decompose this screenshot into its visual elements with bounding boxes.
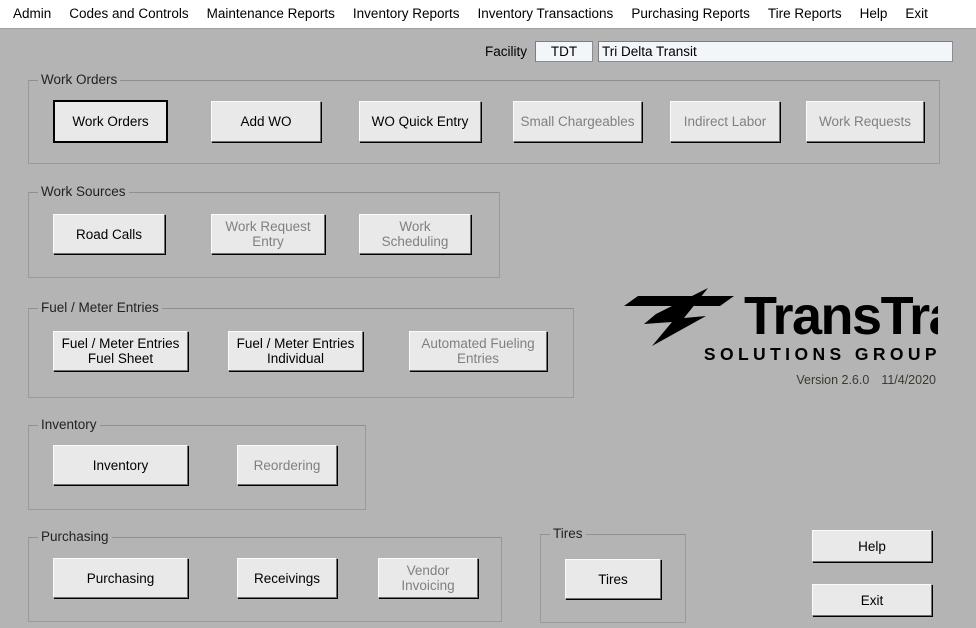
svg-text:TransTrack: TransTrack xyxy=(744,286,938,346)
inventory-group-title: Inventory xyxy=(38,418,100,432)
work-orders-group-title: Work Orders xyxy=(38,73,121,87)
menu-tire-reports[interactable]: Tire Reports xyxy=(759,3,851,25)
menu-exit[interactable]: Exit xyxy=(896,3,937,25)
fuel-meter-entries-fuel-sheet-button[interactable]: Fuel / Meter Entries Fuel Sheet xyxy=(53,331,188,371)
menu-help[interactable]: Help xyxy=(851,3,897,25)
menu-bar: Admin Codes and Controls Maintenance Rep… xyxy=(0,0,976,29)
facility-code-input[interactable] xyxy=(535,41,594,62)
purchasing-group-title: Purchasing xyxy=(38,530,112,544)
small-chargeables-button[interactable]: Small Chargeables xyxy=(513,101,642,142)
work-scheduling-button[interactable]: Work Scheduling xyxy=(359,214,471,254)
indirect-labor-button[interactable]: Indirect Labor xyxy=(670,101,780,142)
menu-purchasing-reports[interactable]: Purchasing Reports xyxy=(622,3,759,25)
work-requests-button[interactable]: Work Requests xyxy=(806,101,924,142)
work-sources-group: Work Sources Road Calls Work Request Ent… xyxy=(28,185,500,278)
branding-block: TransTrack SOLUTIONS GROUP Version 2.6.0… xyxy=(622,284,942,387)
facility-label: Facility xyxy=(485,44,528,59)
vendor-invoicing-button[interactable]: Vendor Invoicing xyxy=(378,558,478,598)
work-sources-group-title: Work Sources xyxy=(38,185,129,199)
reordering-button[interactable]: Reordering xyxy=(237,445,337,485)
exit-button[interactable]: Exit xyxy=(812,584,932,616)
version-number: Version 2.6.0 xyxy=(796,373,870,387)
work-orders-button[interactable]: Work Orders xyxy=(53,100,168,143)
menu-maintenance-reports[interactable]: Maintenance Reports xyxy=(198,3,344,25)
wo-quick-entry-button[interactable]: WO Quick Entry xyxy=(359,101,481,142)
automated-fueling-entries-button[interactable]: Automated Fueling Entries xyxy=(409,331,547,371)
add-wo-button[interactable]: Add WO xyxy=(211,101,321,142)
inventory-button[interactable]: Inventory xyxy=(53,445,188,485)
work-request-entry-button[interactable]: Work Request Entry xyxy=(211,214,325,254)
road-calls-button[interactable]: Road Calls xyxy=(53,214,165,254)
tires-group: Tires Tires xyxy=(540,527,686,623)
tires-group-title: Tires xyxy=(550,527,586,541)
inventory-group: Inventory Inventory Reordering xyxy=(28,418,366,510)
purchasing-group: Purchasing Purchasing Receivings Vendor … xyxy=(28,530,502,622)
purchasing-button[interactable]: Purchasing xyxy=(53,558,188,598)
fuel-meter-entries-individual-button[interactable]: Fuel / Meter Entries Individual xyxy=(228,331,363,371)
transtrack-logo-icon: TransTrack xyxy=(624,286,938,346)
version-date: 11/4/2020 xyxy=(881,373,936,387)
facility-row: Facility xyxy=(485,41,954,62)
version-line: Version 2.6.0 11/4/2020 xyxy=(622,373,942,387)
facility-name-input[interactable] xyxy=(598,41,954,62)
receivings-button[interactable]: Receivings xyxy=(237,558,337,598)
tires-button[interactable]: Tires xyxy=(565,559,661,599)
help-button[interactable]: Help xyxy=(812,530,932,562)
work-orders-group: Work Orders Work Orders Add WO WO Quick … xyxy=(28,73,940,164)
menu-admin[interactable]: Admin xyxy=(4,3,60,25)
fuel-meter-entries-group: Fuel / Meter Entries Fuel / Meter Entrie… xyxy=(28,301,574,398)
brand-tagline: SOLUTIONS GROUP xyxy=(703,344,941,364)
menu-inventory-transactions[interactable]: Inventory Transactions xyxy=(468,3,622,25)
fuel-meter-entries-group-title: Fuel / Meter Entries xyxy=(38,301,162,315)
menu-codes-and-controls[interactable]: Codes and Controls xyxy=(60,3,197,25)
menu-inventory-reports[interactable]: Inventory Reports xyxy=(344,3,469,25)
